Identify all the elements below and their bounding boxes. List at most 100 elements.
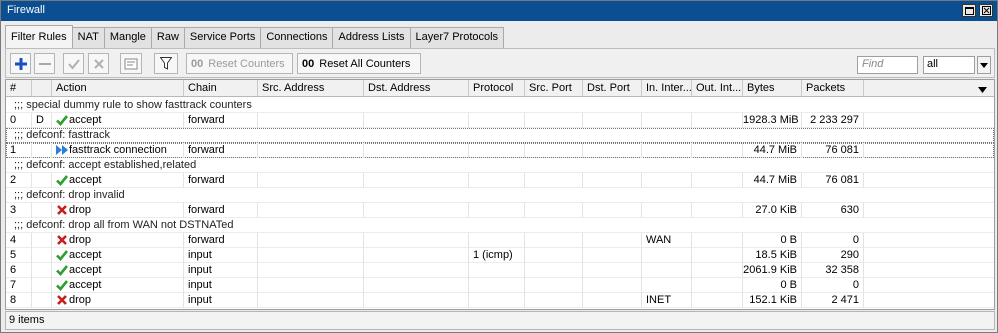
tab-nat[interactable]: NAT — [71, 27, 105, 48]
cell-packets: 76 081 — [802, 173, 864, 188]
cell-action: accept — [52, 278, 184, 293]
action-label: drop — [69, 234, 92, 246]
cell-protocol — [469, 143, 525, 158]
rule-comment: ;;; defconf: fasttrack — [14, 129, 110, 141]
rule-comment-row[interactable]: ;;; defconf: drop invalid — [6, 188, 994, 203]
cell-dst — [364, 113, 469, 128]
cell-sport — [525, 173, 583, 188]
tab-connections[interactable]: Connections — [260, 27, 334, 48]
table-row[interactable]: 0 Daccept forward 1928.3 MiB 2 233 297 — [6, 113, 994, 128]
cross-icon — [57, 235, 67, 245]
cell-num: 7 — [6, 278, 32, 293]
table-row[interactable]: 6 accept input 2061.9 KiB 32 358 — [6, 263, 994, 278]
enable-button[interactable] — [63, 53, 84, 74]
cell-chain: forward — [184, 143, 258, 158]
fasttrack-icon — [56, 145, 68, 155]
col-chain[interactable]: Chain — [184, 80, 258, 96]
cell-sport — [525, 248, 583, 263]
col-action[interactable]: Action — [52, 80, 184, 96]
tab-service-ports[interactable]: Service Ports — [183, 27, 262, 48]
cell-flag — [32, 263, 52, 278]
table-row[interactable]: 2 accept forward 44.7 MiB 76 081 — [6, 173, 994, 188]
filter-button[interactable] — [154, 53, 178, 74]
reset-all-counters-label: Reset All Counters — [319, 57, 411, 70]
cell-packets: 76 081 — [802, 143, 864, 158]
reset-all-counters-button[interactable]: 00 Reset All Counters — [297, 53, 421, 74]
cell-packets: 630 — [802, 203, 864, 218]
table-row[interactable]: 3 drop forward 27.0 KiB 630 — [6, 203, 994, 218]
cell-num: 6 — [6, 263, 32, 278]
col-protocol[interactable]: Protocol — [469, 80, 525, 96]
col-packets[interactable]: Packets — [802, 80, 864, 96]
col-number[interactable]: # — [6, 80, 32, 96]
cell-in-if — [642, 203, 692, 218]
action-label: accept — [69, 264, 102, 276]
cell-protocol — [469, 233, 525, 248]
rule-comment-row[interactable]: ;;; defconf: fasttrack — [6, 128, 994, 143]
tab-layer7-protocols[interactable]: Layer7 Protocols — [409, 27, 505, 48]
cell-src — [258, 143, 364, 158]
cell-src — [258, 233, 364, 248]
action-label: accept — [69, 279, 102, 291]
table-row[interactable]: 1 fasttrack connection forward 44.7 MiB 76 0… — [6, 143, 994, 158]
col-dst-port[interactable]: Dst. Port — [583, 80, 642, 96]
tab-filter-rules[interactable]: Filter Rules — [5, 25, 73, 48]
cell-chain: forward — [184, 233, 258, 248]
filter-select[interactable]: all — [923, 56, 975, 74]
cell-protocol — [469, 173, 525, 188]
reset-counters-button[interactable]: 00 Reset Counters — [186, 53, 293, 74]
maximize-button[interactable] — [962, 4, 976, 17]
cell-protocol — [469, 293, 525, 308]
table-row[interactable]: 8 drop input INET 152.1 KiB 2 471 — [6, 293, 994, 308]
cell-out-if — [692, 278, 743, 293]
window-title: Firewall — [7, 4, 45, 16]
filter-dropdown-button[interactable] — [977, 56, 991, 74]
column-menu-button[interactable] — [978, 84, 987, 96]
cross-icon — [57, 295, 67, 305]
cell-protocol — [469, 203, 525, 218]
tab-mangle[interactable]: Mangle — [103, 27, 152, 48]
cell-src — [258, 113, 364, 128]
cell-num: 2 — [6, 173, 32, 188]
tab-raw[interactable]: Raw — [150, 27, 185, 48]
rule-comment-row[interactable]: ;;; defconf: accept established,related — [6, 158, 994, 173]
rules-table: # Action Chain Src. Address Dst. Address… — [5, 79, 995, 310]
comment-button[interactable] — [120, 53, 142, 74]
table-row[interactable]: 7 accept input 0 B0 — [6, 278, 994, 293]
table-header: # Action Chain Src. Address Dst. Address… — [6, 80, 994, 97]
chevron-down-icon — [978, 87, 987, 93]
col-in-interface[interactable]: In. Inter... — [642, 80, 692, 96]
col-out-interface[interactable]: Out. Int... — [692, 80, 743, 96]
col-src-address[interactable]: Src. Address — [258, 80, 364, 96]
rule-comment-row[interactable]: ;;; special dummy rule to show fasttrack… — [6, 98, 994, 113]
disable-button[interactable] — [88, 53, 109, 74]
action-label: fasttrack connection — [69, 144, 167, 156]
cell-chain: forward — [184, 113, 258, 128]
cell-dport — [583, 233, 642, 248]
cell-num: 5 — [6, 248, 32, 263]
rule-comment-row[interactable]: ;;; defconf: drop all from WAN not DSTNA… — [6, 218, 994, 233]
col-dst-address[interactable]: Dst. Address — [364, 80, 469, 96]
close-button[interactable] — [979, 4, 993, 17]
find-input[interactable]: Find — [857, 56, 918, 74]
cell-src — [258, 278, 364, 293]
table-row[interactable]: 5 accept input 1 (icmp) 18.5 KiB 290 — [6, 248, 994, 263]
cell-sport — [525, 278, 583, 293]
table-row[interactable]: 4 drop forward WAN 0 B0 — [6, 233, 994, 248]
cell-chain: input — [184, 263, 258, 278]
remove-button[interactable] — [34, 53, 55, 74]
cell-chain: forward — [184, 203, 258, 218]
tab-address-lists[interactable]: Address Lists — [332, 27, 411, 48]
cell-num: 3 — [6, 203, 32, 218]
col-flags[interactable] — [32, 80, 52, 96]
col-bytes[interactable]: Bytes — [743, 80, 802, 96]
cell-out-if — [692, 293, 743, 308]
cell-flag — [32, 293, 52, 308]
col-src-port[interactable]: Src. Port — [525, 80, 583, 96]
add-button[interactable] — [10, 53, 31, 74]
cell-bytes: 152.1 KiB — [743, 293, 802, 308]
cell-sport — [525, 293, 583, 308]
cell-dport — [583, 278, 642, 293]
cell-action: drop — [52, 203, 184, 218]
cell-dport — [583, 143, 642, 158]
